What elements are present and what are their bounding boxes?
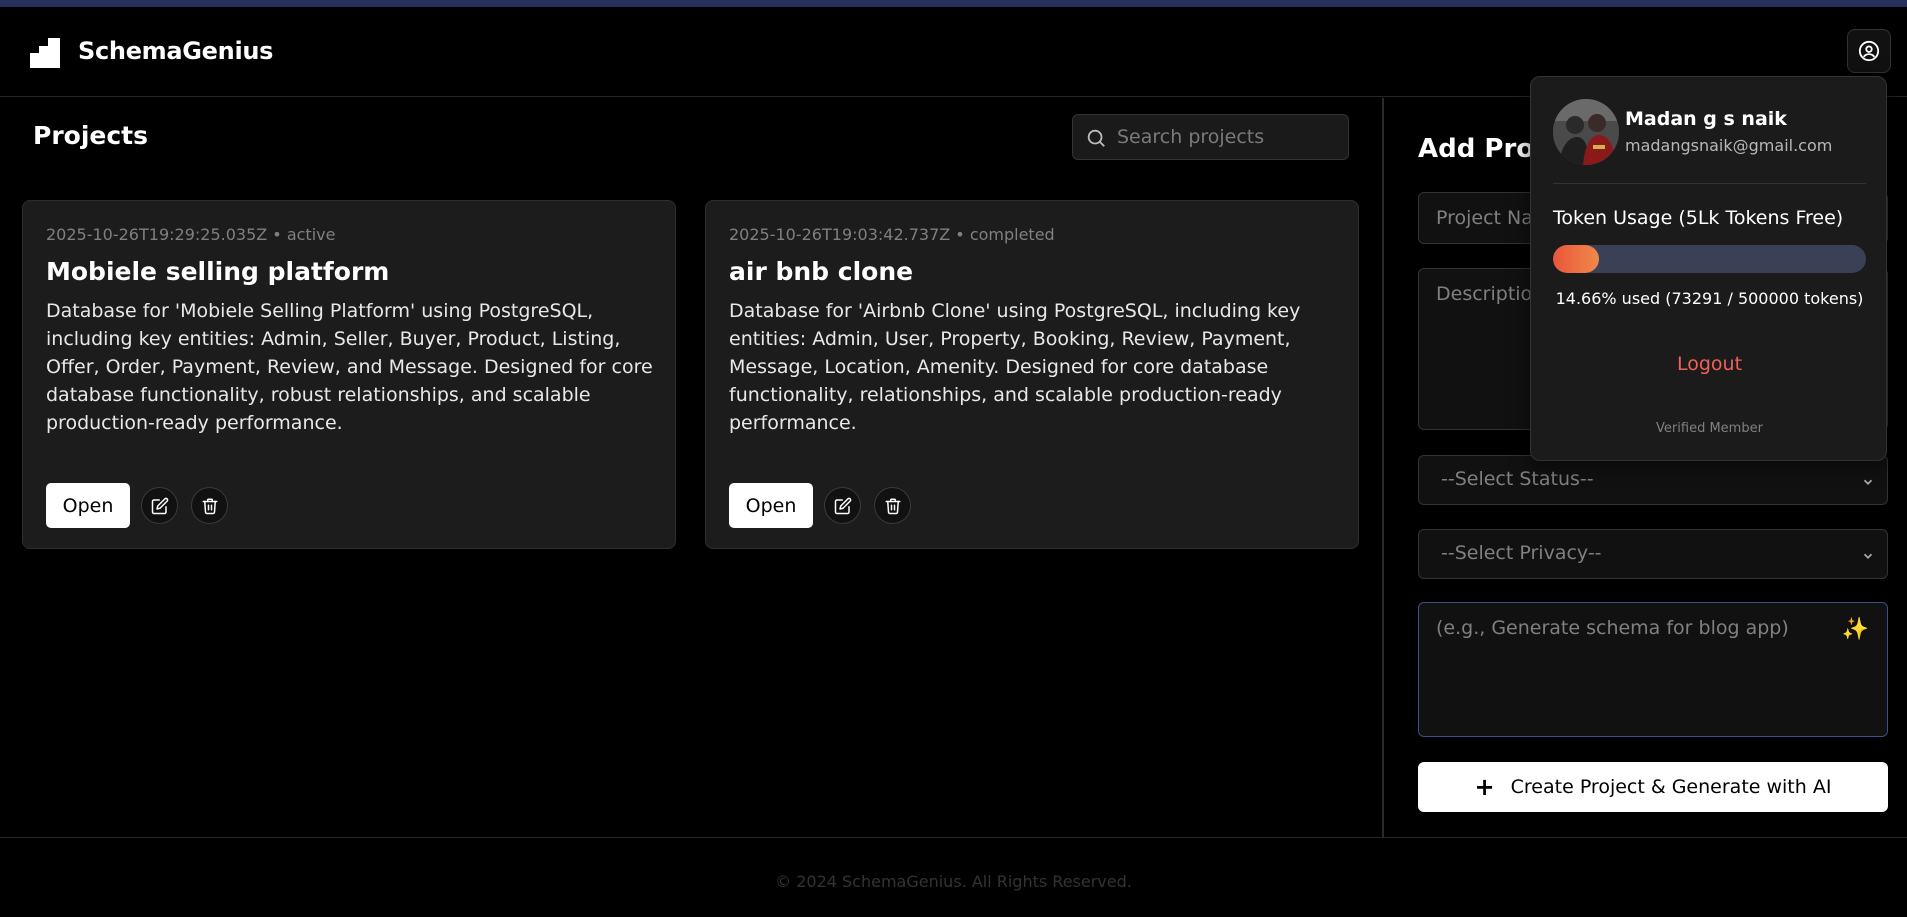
token-progress-fill xyxy=(1553,245,1599,273)
trash-icon xyxy=(885,498,900,514)
project-card: 2025-10-26T19:29:25.035Z • active Mobiel… xyxy=(22,200,676,549)
copyright-text: © 2024 SchemaGenius. All Rights Reserved… xyxy=(775,872,1132,891)
ai-prompt-field[interactable]: (e.g., Generate schema for blog app) ✨ xyxy=(1418,602,1888,737)
logout-button[interactable]: Logout xyxy=(1531,353,1888,375)
user-circle-icon xyxy=(1858,40,1880,62)
search-icon xyxy=(1087,129,1105,147)
user-dropdown: Madan g s naik madangsnaik@gmail.com Tok… xyxy=(1530,76,1887,461)
verified-member-label: Verified Member xyxy=(1656,421,1763,436)
sparkle-icon[interactable]: ✨ xyxy=(1842,617,1869,642)
token-usage-title: Token Usage (5Lk Tokens Free) xyxy=(1553,207,1844,229)
chevron-down-icon xyxy=(1863,553,1873,559)
delete-button[interactable] xyxy=(874,487,911,524)
projects-panel: Projects 2025-10-26T19:29:25.035Z • acti… xyxy=(0,98,1382,837)
ai-prompt-placeholder: (e.g., Generate schema for blog app) xyxy=(1436,617,1789,639)
open-button[interactable]: Open xyxy=(729,483,813,528)
plus-icon: + xyxy=(1474,773,1495,801)
create-project-label: Create Project & Generate with AI xyxy=(1510,776,1832,798)
dropdown-divider xyxy=(1553,183,1866,184)
project-description: Database for 'Mobiele Selling Platform' … xyxy=(46,300,653,434)
project-meta: 2025-10-26T19:29:25.035Z • active xyxy=(46,225,336,244)
token-usage-text: 14.66% used (73291 / 500000 tokens) xyxy=(1555,289,1864,308)
project-card: 2025-10-26T19:03:42.737Z • completed air… xyxy=(705,200,1359,549)
footer: © 2024 SchemaGenius. All Rights Reserved… xyxy=(0,837,1907,917)
status-select[interactable]: --Select Status-- xyxy=(1418,455,1888,505)
user-name: Madan g s naik xyxy=(1625,108,1787,130)
edit-icon xyxy=(151,497,168,514)
privacy-select-value: --Select Privacy-- xyxy=(1441,542,1602,564)
delete-button[interactable] xyxy=(191,487,228,524)
project-name: Mobiele selling platform xyxy=(46,257,390,286)
privacy-select[interactable]: --Select Privacy-- xyxy=(1418,529,1888,579)
avatar xyxy=(1553,99,1619,165)
search-input[interactable] xyxy=(1117,115,1342,159)
edit-button[interactable] xyxy=(824,487,861,524)
description-placeholder: Description xyxy=(1436,283,1545,305)
chevron-down-icon xyxy=(1863,479,1873,485)
edit-button[interactable] xyxy=(141,487,178,524)
token-progress-bar xyxy=(1553,245,1866,273)
brand-name: SchemaGenius xyxy=(78,37,274,65)
user-email: madangsnaik@gmail.com xyxy=(1625,136,1833,155)
project-name: air bnb clone xyxy=(729,257,914,286)
project-description: Database for 'Airbnb Clone' using Postgr… xyxy=(729,300,1301,434)
logo-icon xyxy=(30,38,60,68)
search-box xyxy=(1072,114,1349,160)
user-menu-button[interactable] xyxy=(1847,29,1891,73)
top-accent-strip xyxy=(0,0,1907,7)
projects-title: Projects xyxy=(33,121,149,150)
status-select-value: --Select Status-- xyxy=(1441,468,1594,490)
project-meta: 2025-10-26T19:03:42.737Z • completed xyxy=(729,225,1055,244)
create-project-button[interactable]: + Create Project & Generate with AI xyxy=(1418,762,1888,812)
trash-icon xyxy=(202,498,217,514)
open-button[interactable]: Open xyxy=(46,483,130,528)
edit-icon xyxy=(834,497,851,514)
